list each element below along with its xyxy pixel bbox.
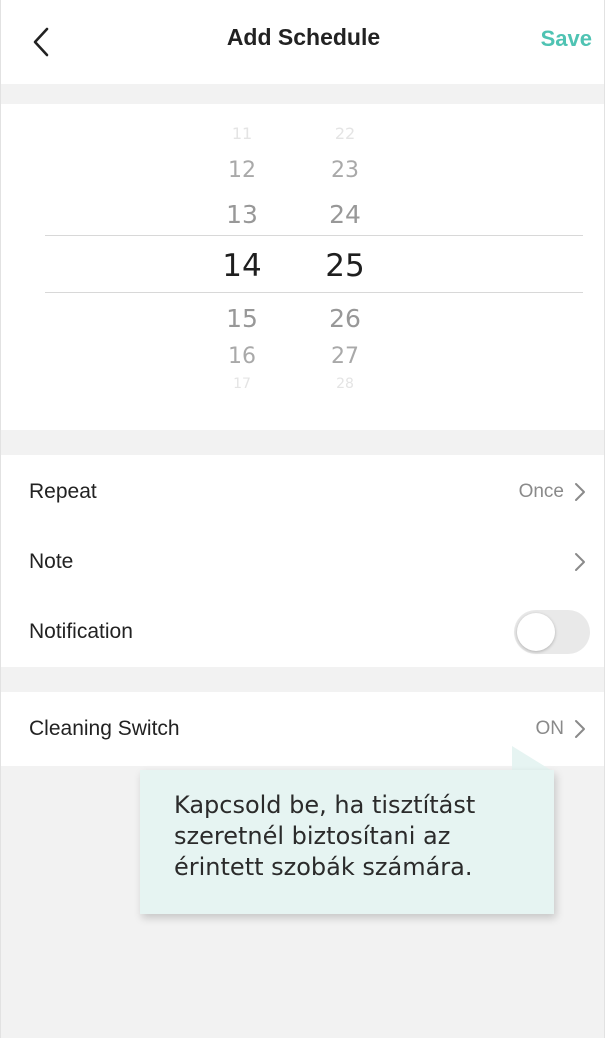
hour-option[interactable]: 17	[202, 376, 282, 392]
picker-selection-top-line	[45, 235, 583, 236]
chevron-right-icon	[570, 550, 590, 574]
note-row[interactable]: Note	[1, 527, 604, 597]
hour-option[interactable]: 16	[202, 344, 282, 369]
tooltip-line: érintett szobák számára.	[174, 853, 473, 881]
repeat-row[interactable]: Repeat Once	[1, 457, 604, 527]
help-tooltip: Kapcsold be, ha tisztítást szeretnél biz…	[140, 770, 554, 914]
repeat-value: Once	[518, 481, 564, 502]
tooltip-text: Kapcsold be, ha tisztítást szeretnél biz…	[174, 790, 554, 883]
minute-option[interactable]: 27	[305, 344, 385, 369]
time-picker[interactable]: 11 12 13 14 15 16 17 22 23 24 25 26 27 2…	[1, 104, 604, 430]
hour-option[interactable]: 11	[202, 124, 282, 143]
note-label: Note	[29, 550, 74, 573]
tooltip-arrow	[512, 746, 554, 772]
schedule-settings-list: Repeat Once Note Notification	[1, 455, 604, 667]
chevron-right-icon	[570, 480, 590, 504]
hour-option[interactable]: 15	[202, 304, 282, 333]
minute-option-selected[interactable]: 25	[305, 248, 385, 284]
tooltip-line: Kapcsold be, ha tisztítást	[174, 791, 476, 819]
hour-option[interactable]: 12	[202, 158, 282, 183]
minute-option[interactable]: 28	[305, 376, 385, 392]
header-bar: Add Schedule Save	[1, 0, 604, 84]
save-button[interactable]: Save	[541, 26, 592, 52]
notification-row: Notification	[1, 597, 604, 667]
minute-option[interactable]: 23	[305, 158, 385, 183]
cleaning-switch-value: ON	[535, 718, 565, 739]
minute-option[interactable]: 22	[305, 124, 385, 143]
chevron-right-icon	[570, 717, 590, 741]
cleaning-switch-label: Cleaning Switch	[29, 717, 180, 740]
tooltip-line: szeretnél biztosítani az	[174, 822, 451, 850]
minute-option[interactable]: 24	[305, 200, 385, 229]
minute-option[interactable]: 26	[305, 304, 385, 333]
notification-toggle[interactable]	[514, 610, 590, 654]
toggle-knob	[517, 613, 555, 651]
hour-option-selected[interactable]: 14	[202, 248, 282, 284]
picker-selection-bottom-line	[45, 292, 583, 293]
repeat-label: Repeat	[29, 480, 97, 503]
hour-option[interactable]: 13	[202, 200, 282, 229]
notification-label: Notification	[29, 620, 133, 643]
page-title: Add Schedule	[226, 24, 381, 50]
add-schedule-screen: Add Schedule Save 11 12 13 14 15 16 17 2…	[0, 0, 605, 1038]
